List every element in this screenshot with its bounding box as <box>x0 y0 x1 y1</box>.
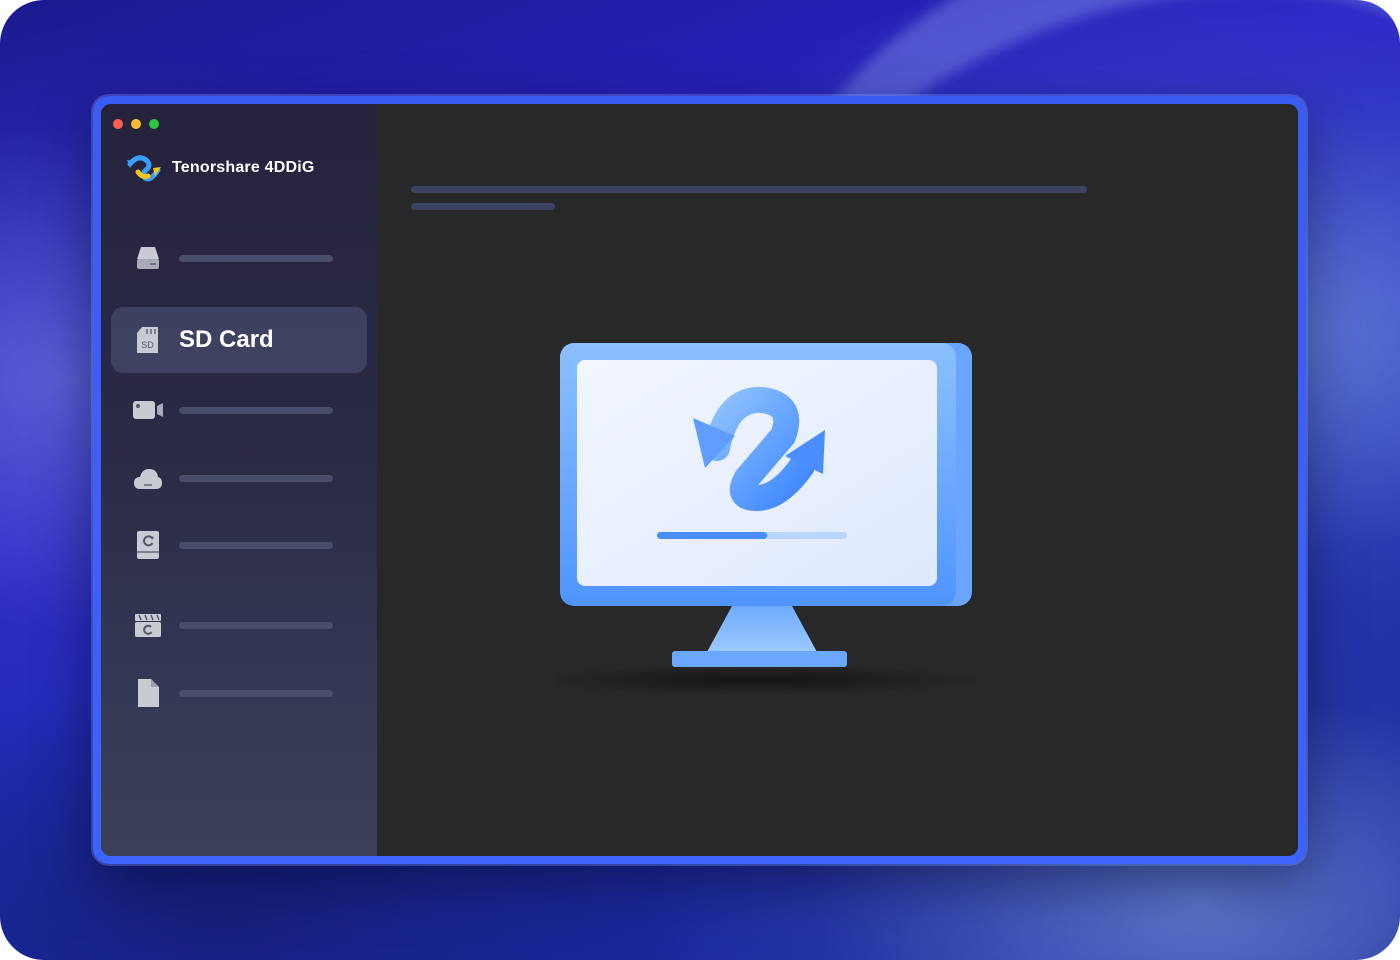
cloud-icon <box>131 461 165 495</box>
recovery-drive-icon <box>131 528 165 562</box>
clapperboard-icon <box>131 608 165 642</box>
sidebar-item-cloud[interactable] <box>111 445 367 511</box>
monitor-sync-icon <box>557 343 977 696</box>
sidebar-item-video[interactable] <box>111 377 367 443</box>
desktop-background: Tenorshare 4DDiG SD SD Card <box>0 0 1400 960</box>
subtitle-placeholder <box>411 203 555 210</box>
svg-text:SD: SD <box>141 340 154 350</box>
hard-drive-icon <box>131 241 165 275</box>
zoom-button[interactable] <box>149 119 159 129</box>
4ddig-logo-icon <box>127 155 161 182</box>
sd-card-icon: SD <box>131 323 165 357</box>
main-content <box>377 104 1298 856</box>
sidebar-item-label-placeholder <box>179 474 333 482</box>
brand: Tenorshare 4DDiG <box>126 152 315 184</box>
sidebar-item-label-placeholder <box>179 621 333 629</box>
sidebar-item-label-placeholder <box>179 541 333 549</box>
video-camera-icon <box>131 393 165 427</box>
app-name: Tenorshare 4DDiG <box>172 159 315 176</box>
traffic-lights <box>113 119 159 129</box>
sidebar-item-sd-card[interactable]: SD SD Card <box>111 307 367 373</box>
sidebar-item-label-placeholder <box>179 689 333 697</box>
app-window: Tenorshare 4DDiG SD SD Card <box>101 104 1298 856</box>
minimize-button[interactable] <box>131 119 141 129</box>
sidebar-item-media[interactable] <box>111 592 367 658</box>
sidebar-item-document[interactable] <box>111 660 367 726</box>
sidebar-item-recovery[interactable] <box>111 512 367 578</box>
sidebar-item-label: SD Card <box>179 326 274 353</box>
sidebar-item-hard-drive[interactable] <box>111 225 367 291</box>
app-window-frame: Tenorshare 4DDiG SD SD Card <box>93 96 1306 864</box>
document-icon <box>131 676 165 710</box>
close-button[interactable] <box>113 119 123 129</box>
sidebar: Tenorshare 4DDiG SD SD Card <box>101 104 377 856</box>
sidebar-item-label-placeholder <box>179 254 333 262</box>
sidebar-item-label-placeholder <box>179 406 333 414</box>
title-placeholder <box>411 186 1087 193</box>
